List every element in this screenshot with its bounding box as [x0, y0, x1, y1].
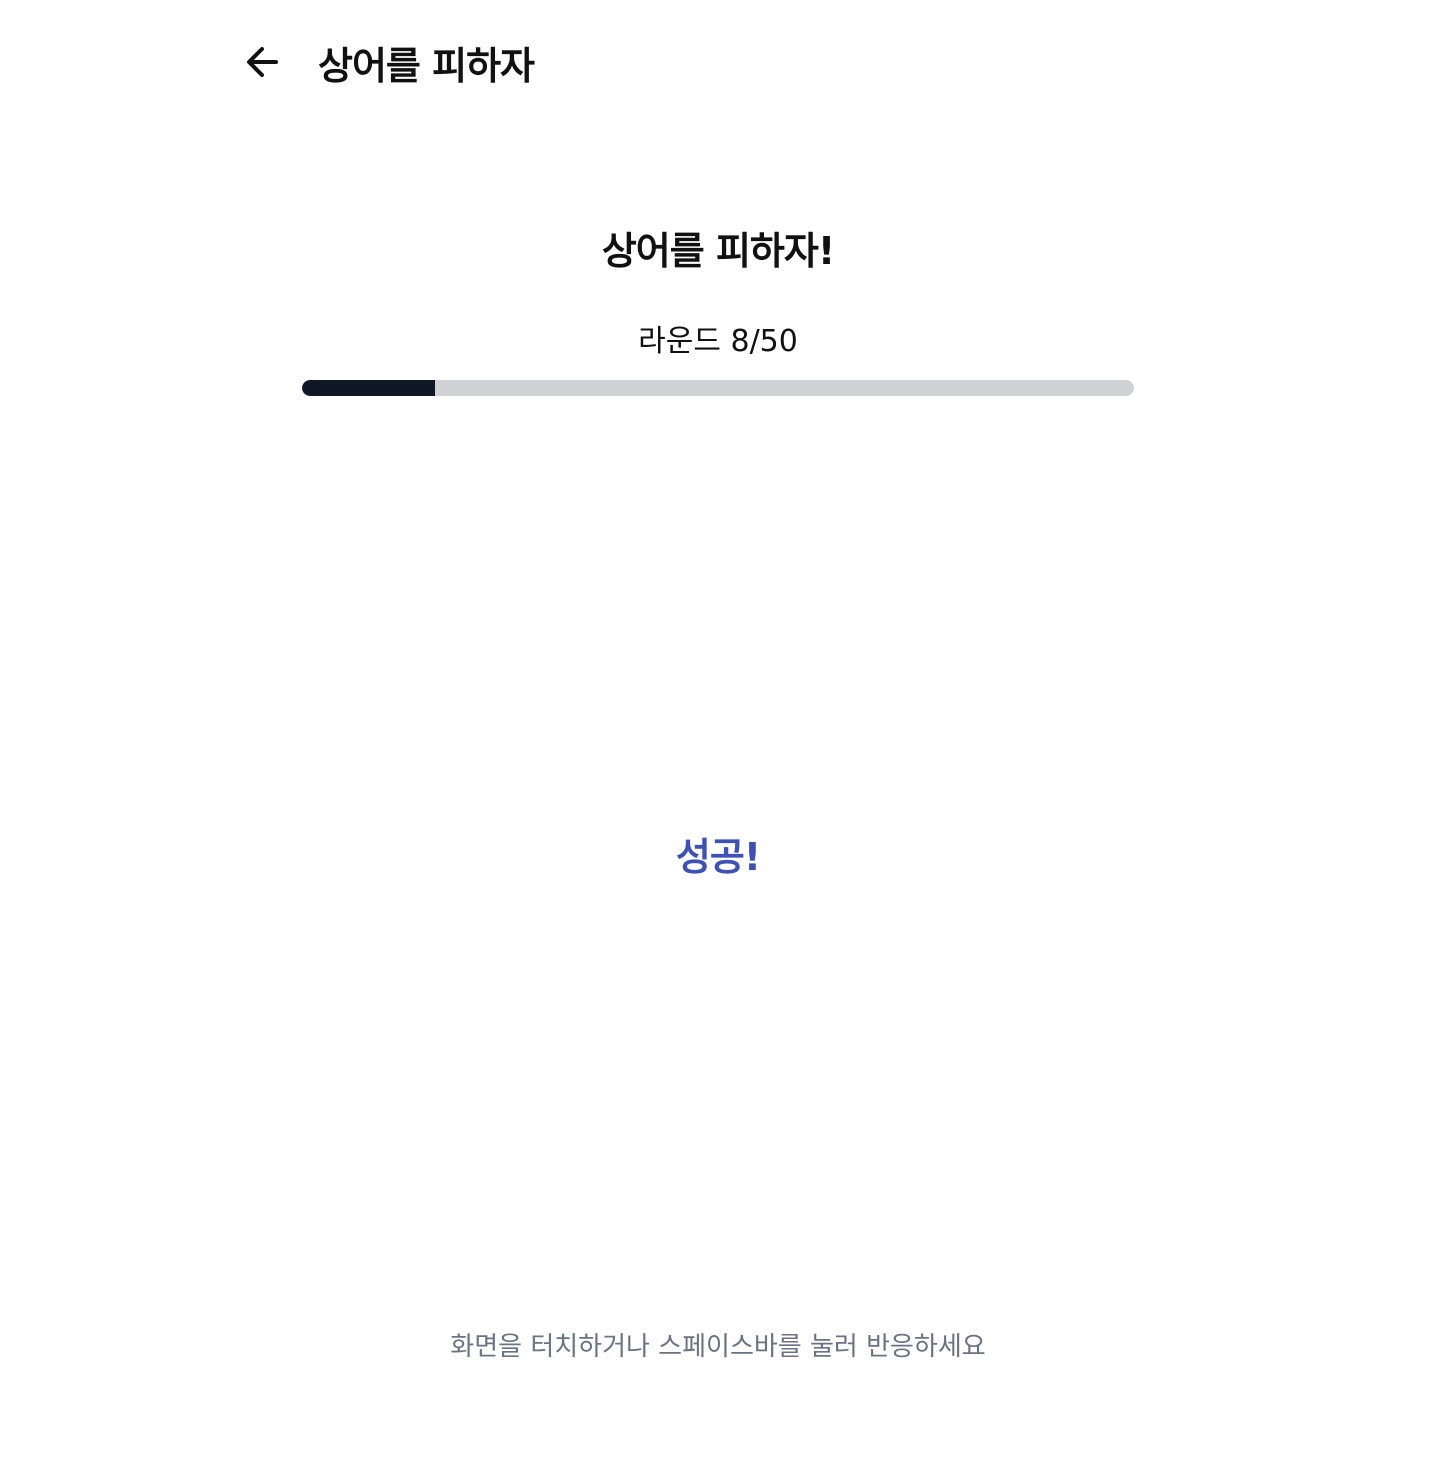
game-screen[interactable]: 상어를 피하자 상어를 피하자! 라운드 8/50 성공! 화면을 터치하거나 …: [0, 0, 1436, 1460]
instruction-hint: 화면을 터치하거나 스페이스바를 눌러 반응하세요: [450, 1332, 986, 1362]
arrow-left-icon: [247, 47, 278, 77]
round-progress-bar: [302, 380, 1134, 396]
back-button[interactable]: [238, 38, 286, 86]
app-header: 상어를 피하자: [238, 30, 535, 94]
round-counter: 라운드 8/50: [638, 324, 798, 359]
round-progress-fill: [302, 380, 436, 396]
game-title: 상어를 피하자!: [601, 229, 835, 273]
page-title: 상어를 피하자: [318, 43, 535, 88]
result-message: 성공!: [675, 835, 761, 879]
